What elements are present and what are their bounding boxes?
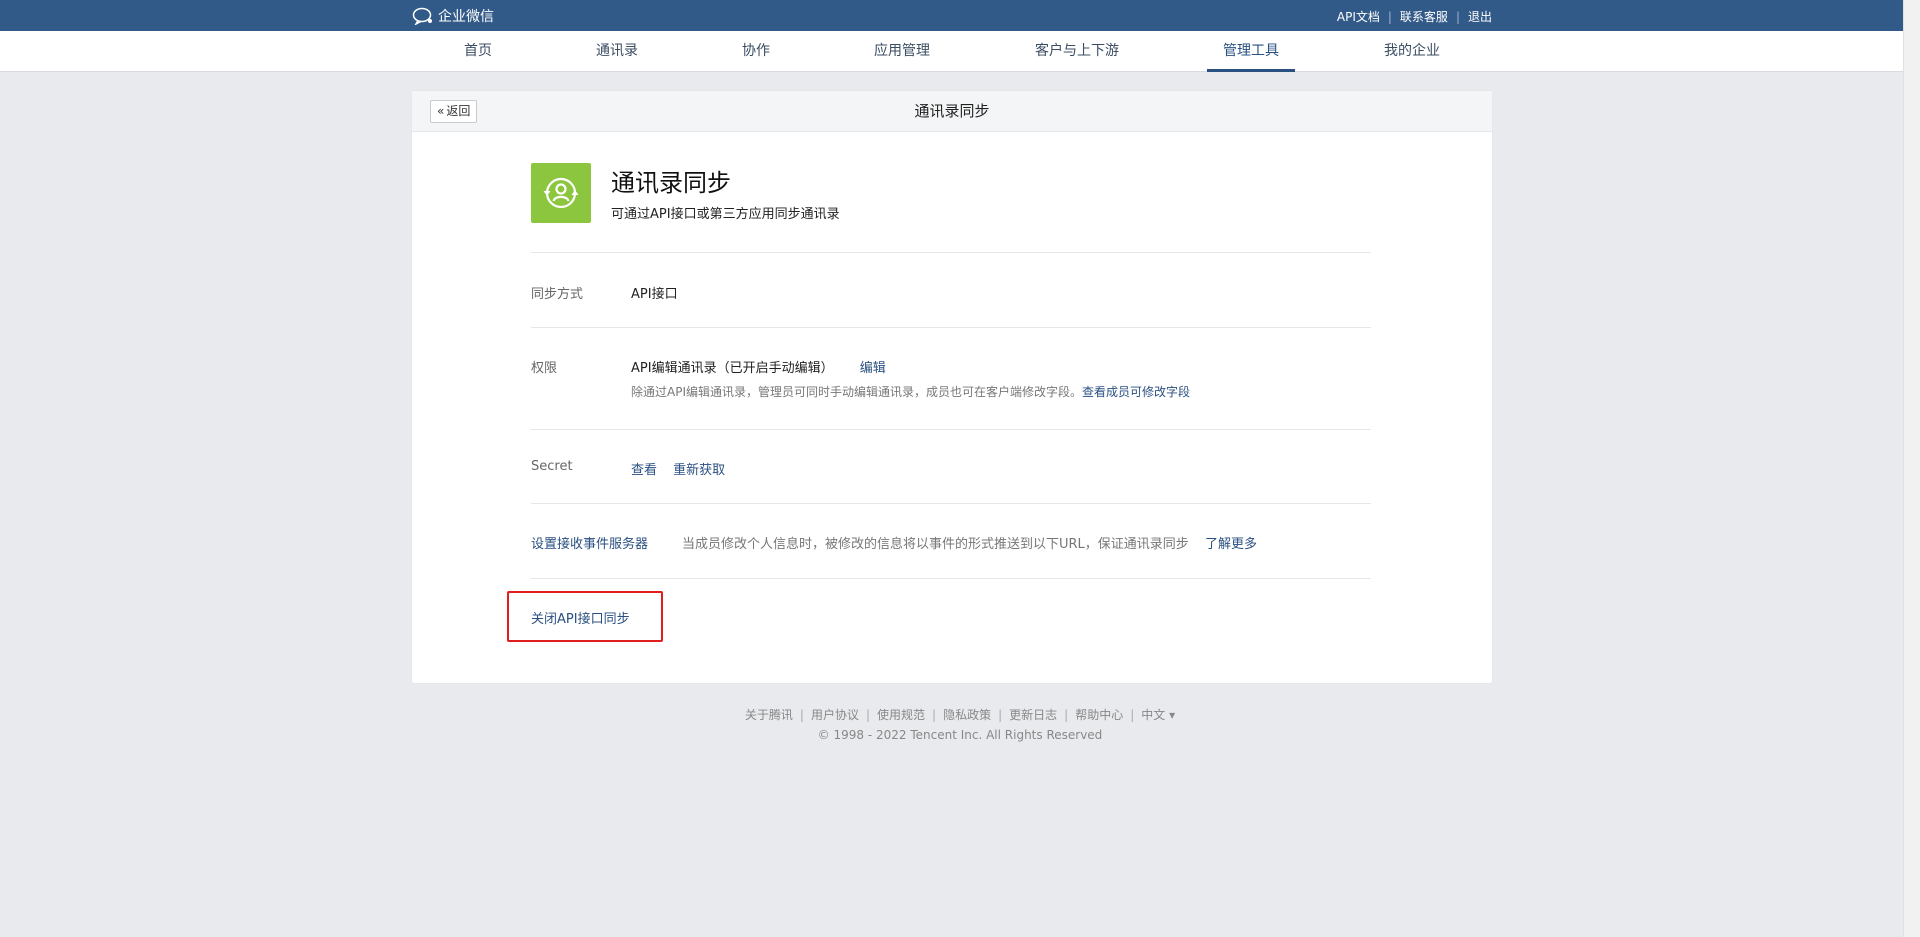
separator: | — [1455, 9, 1460, 24]
permission-label: 权限 — [531, 361, 558, 376]
separator: | — [932, 708, 937, 722]
nav-item-app-management[interactable]: 应用管理 — [872, 31, 932, 72]
divider — [531, 578, 1371, 579]
brand-logo-text: 企业微信 — [438, 9, 494, 25]
event-server-desc-row: 当成员修改个人信息时，被修改的信息将以事件的形式推送到以下URL，保证通讯录同步… — [682, 533, 1257, 552]
separator: | — [799, 708, 804, 722]
person-sync-icon — [543, 177, 579, 209]
permission-row: API编辑通讯录（已开启手动编辑） 编辑 — [631, 357, 886, 376]
top-links: API文档 | 联系客服 | 退出 — [1337, 8, 1492, 25]
permission-value: API编辑通讯录（已开启手动编辑） — [631, 361, 834, 376]
footer-links: 关于腾讯 | 用户协议 | 使用规范 | 隐私政策 | 更新日志 | 帮助中心 | 中文 ▾ — [0, 706, 1920, 723]
divider — [531, 252, 1371, 253]
logout-link[interactable]: 退出 — [1468, 8, 1492, 25]
nav-item-contacts[interactable]: 通讯录 — [592, 31, 642, 72]
sync-method-label: 同步方式 — [531, 287, 584, 302]
wecom-logo-icon — [412, 7, 432, 25]
secret-actions: 查看 重新获取 — [631, 459, 725, 478]
main-panel: 通讯录同步 « 返回 通讯录同步 可通过API接口或第三方应用同步通讯录 同步方… — [412, 91, 1492, 683]
sync-method-value: API接口 — [631, 287, 678, 302]
back-button[interactable]: « 返回 — [430, 100, 478, 123]
secret-label: Secret — [531, 459, 573, 474]
close-api-sync-link[interactable]: 关闭API接口同步 — [531, 608, 630, 627]
divider — [531, 429, 1371, 430]
nav-item-collaboration[interactable]: 协作 — [738, 31, 774, 72]
app-name: 通讯录同步 — [611, 169, 731, 197]
footer-link-usage-rules[interactable]: 使用规范 — [877, 708, 925, 722]
view-editable-fields-link[interactable]: 查看成员可修改字段 — [1082, 385, 1190, 399]
panel-title: 通讯录同步 — [914, 102, 990, 120]
copyright: © 1998 - 2022 Tencent Inc. All Rights Re… — [817, 728, 1103, 742]
edit-permission-link[interactable]: 编辑 — [860, 361, 886, 376]
nav-item-customers[interactable]: 客户与上下游 — [1032, 31, 1122, 72]
scrollbar-thumb[interactable] — [1907, 0, 1917, 930]
permission-hint: 除通过API编辑通讯录，管理员可同时手动编辑通讯录，成员也可在客户端修改字段。 — [631, 385, 1082, 399]
separator: | — [1064, 708, 1069, 722]
back-button-label: 返回 — [446, 104, 471, 118]
footer-link-changelog[interactable]: 更新日志 — [1009, 708, 1057, 722]
main-nav: 首页 通讯录 协作 应用管理 客户与上下游 管理工具 我的企业 — [0, 31, 1920, 72]
page-scrollbar[interactable] — [1903, 0, 1920, 937]
divider — [531, 327, 1371, 328]
nav-item-management-tools[interactable]: 管理工具 — [1207, 31, 1295, 72]
nav-item-home[interactable]: 首页 — [456, 31, 500, 72]
view-secret-link[interactable]: 查看 — [631, 463, 657, 478]
double-chevron-left-icon: « — [437, 104, 445, 118]
separator: | — [1387, 9, 1392, 24]
event-server-description: 当成员修改个人信息时，被修改的信息将以事件的形式推送到以下URL，保证通讯录同步 — [682, 537, 1189, 552]
language-select[interactable]: 中文 ▾ — [1141, 708, 1175, 722]
app-description: 可通过API接口或第三方应用同步通讯录 — [611, 207, 840, 222]
brand-logo[interactable]: 企业微信 — [412, 6, 494, 26]
divider — [531, 503, 1371, 504]
separator: | — [1130, 708, 1135, 722]
footer-link-about[interactable]: 关于腾讯 — [745, 708, 793, 722]
event-server-link[interactable]: 设置接收事件服务器 — [531, 533, 648, 552]
refresh-secret-link[interactable]: 重新获取 — [673, 463, 725, 478]
separator: | — [865, 708, 871, 722]
panel-header: 通讯录同步 « 返回 — [412, 91, 1492, 132]
contact-support-link[interactable]: 联系客服 — [1400, 8, 1448, 25]
nav-item-my-company[interactable]: 我的企业 — [1380, 31, 1444, 72]
permission-hint-row: 除通过API编辑通讯录，管理员可同时手动编辑通讯录，成员也可在客户端修改字段。查… — [631, 383, 1190, 400]
footer-link-help[interactable]: 帮助中心 — [1075, 708, 1123, 722]
footer-link-user-agreement[interactable]: 用户协议 — [811, 708, 859, 722]
separator: | — [998, 708, 1003, 722]
api-docs-link[interactable]: API文档 — [1337, 8, 1380, 25]
top-bar: 企业微信 API文档 | 联系客服 | 退出 — [0, 0, 1920, 31]
footer-link-privacy[interactable]: 隐私政策 — [943, 708, 991, 722]
learn-more-link[interactable]: 了解更多 — [1205, 537, 1257, 552]
contact-sync-icon — [531, 163, 591, 223]
